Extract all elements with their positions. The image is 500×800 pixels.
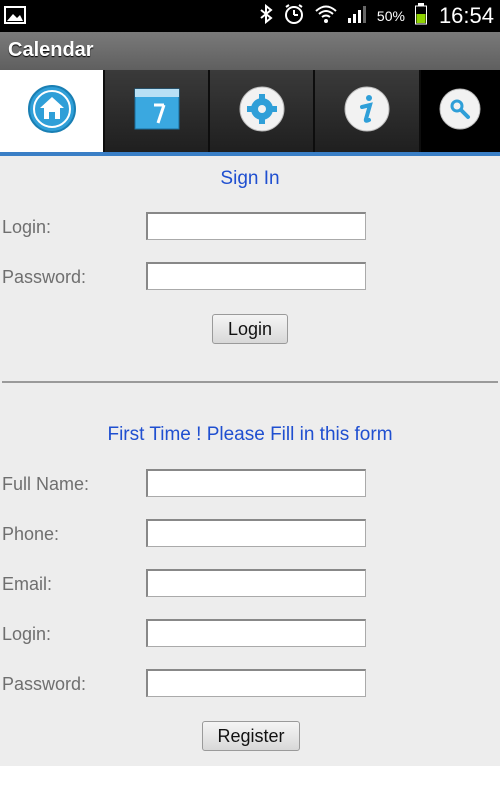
search-icon <box>438 87 482 135</box>
search-tab[interactable] <box>420 70 500 152</box>
login-button[interactable]: Login <box>212 314 288 344</box>
section-divider <box>2 381 498 383</box>
app-title-bar: Calendar <box>0 32 500 71</box>
phone-input[interactable] <box>146 519 366 547</box>
register-login-input[interactable] <box>146 619 366 647</box>
register-password-input[interactable] <box>146 669 366 697</box>
info-tab[interactable] <box>315 70 421 152</box>
main-content: Sign In Login: Password: Login First Tim… <box>0 156 500 766</box>
password-input[interactable] <box>146 262 366 290</box>
signal-icon <box>347 4 367 28</box>
calendar-icon <box>134 87 180 135</box>
alarm-icon <box>283 3 305 29</box>
sign-in-title: Sign In <box>220 168 280 189</box>
login-label: Login: <box>2 217 52 237</box>
register-login-label: Login: <box>2 624 52 644</box>
register-button[interactable]: Register <box>202 721 300 751</box>
email-input[interactable] <box>146 569 366 597</box>
clock: 16:54 <box>438 3 494 28</box>
battery-percent: 50% <box>376 8 405 24</box>
bluetooth-icon <box>259 3 273 28</box>
register-title: First Time ! Please Fill in this form <box>107 424 393 445</box>
email-label: Email: <box>2 574 53 594</box>
password-label: Password: <box>2 267 87 287</box>
full-name-label: Full Name: <box>2 474 90 494</box>
login-input[interactable] <box>146 212 366 240</box>
gear-icon <box>238 85 286 137</box>
calendar-tab[interactable] <box>105 70 211 152</box>
full-name-input[interactable] <box>146 469 366 497</box>
battery-icon <box>414 3 427 29</box>
wifi-icon <box>315 4 337 28</box>
tab-bar <box>0 70 500 152</box>
settings-tab[interactable] <box>210 70 316 152</box>
bottom-area <box>0 766 500 800</box>
home-tab[interactable] <box>0 70 106 152</box>
register-password-label: Password: <box>2 674 87 694</box>
gallery-notification-icon <box>4 5 26 25</box>
app-title: Calendar <box>8 39 94 61</box>
home-icon <box>27 84 77 138</box>
phone-label: Phone: <box>2 524 60 544</box>
info-icon <box>343 85 391 137</box>
status-bar: 50% 16:54 <box>0 0 500 32</box>
